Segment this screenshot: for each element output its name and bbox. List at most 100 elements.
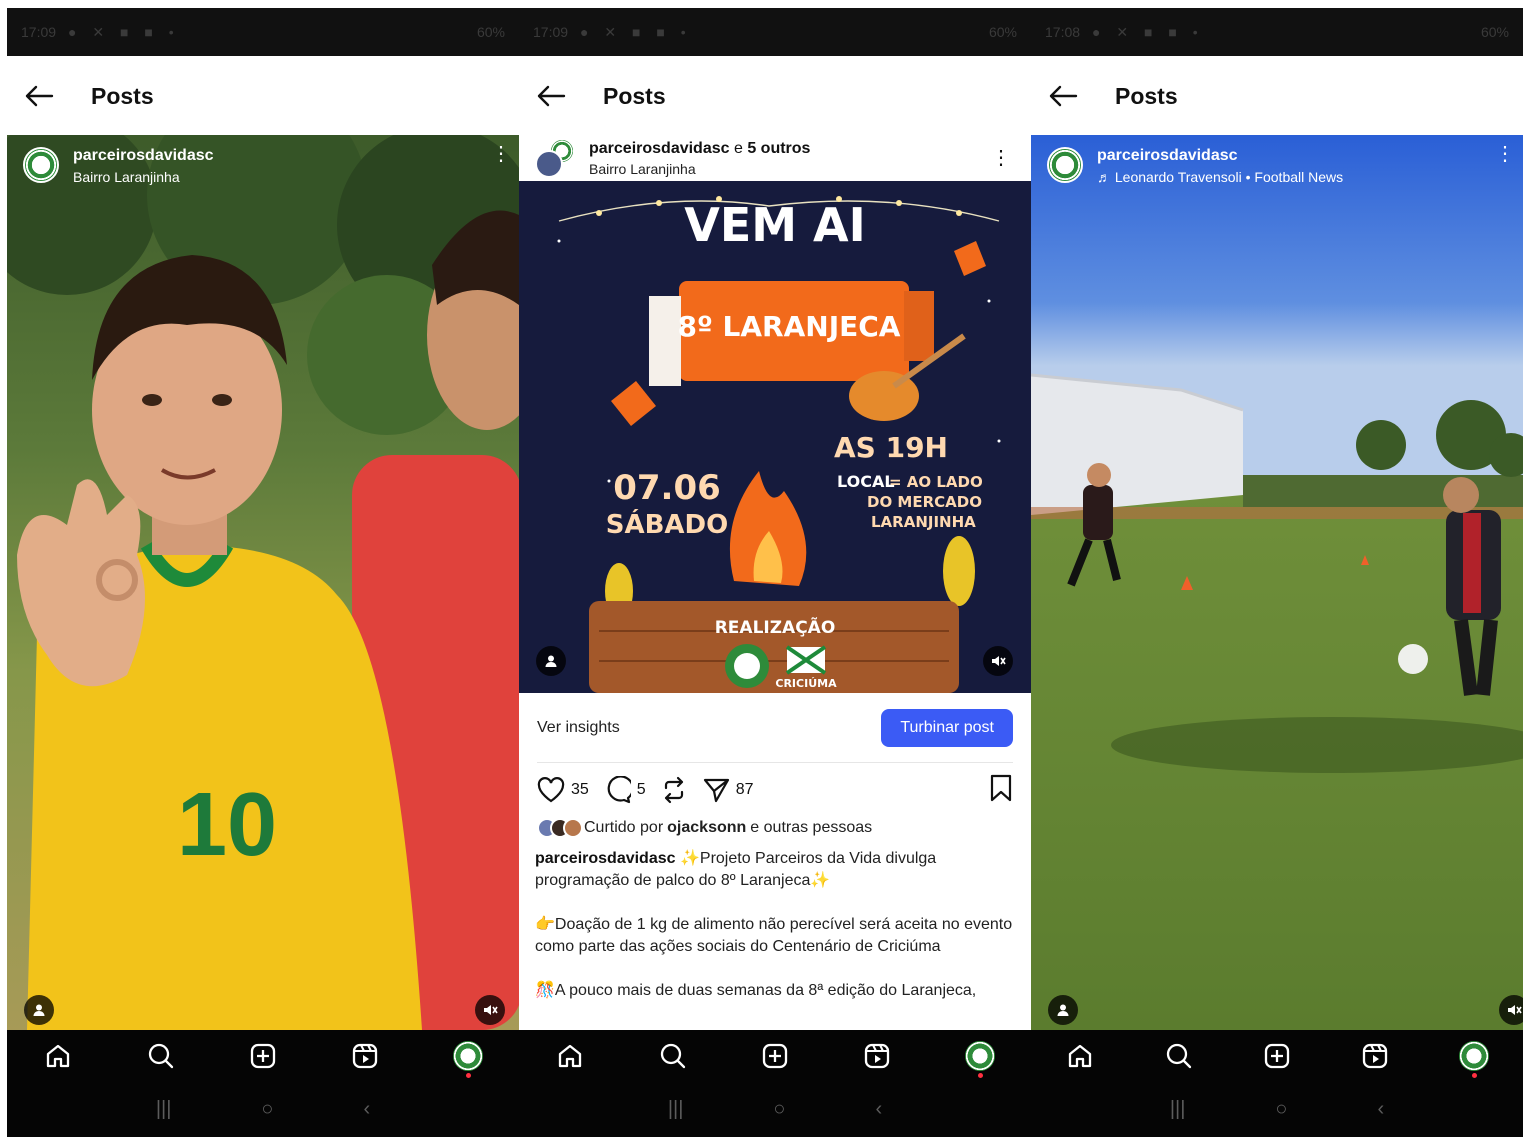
- user-tag-icon[interactable]: [24, 995, 54, 1025]
- liked-prefix: Curtido por: [584, 819, 664, 836]
- status-time: 17:09: [21, 24, 57, 40]
- user-tag-icon[interactable]: [536, 646, 566, 676]
- mute-icon[interactable]: [983, 646, 1013, 676]
- reels-icon: [865, 1043, 890, 1069]
- avatar[interactable]: [1047, 147, 1083, 183]
- nav-create[interactable]: [1257, 1036, 1297, 1076]
- mute-icon[interactable]: [475, 995, 505, 1025]
- collab-others[interactable]: 5 outros: [747, 140, 810, 157]
- music-note-icon: ♬: [1097, 169, 1115, 185]
- post-header: parceirosdavidasc Bairro Laranjinha ⋮: [23, 144, 511, 185]
- bottom-nav: [7, 1030, 519, 1082]
- poster-event: 8º LARANJECA: [678, 310, 901, 343]
- nav-reels[interactable]: [857, 1036, 897, 1076]
- home-icon: [1069, 1044, 1092, 1068]
- post-header: parceirosdavidasc ♬ Leonardo Travensoli …: [1047, 144, 1515, 185]
- status-time: 17:09: [533, 24, 569, 40]
- back-button[interactable]: [1031, 56, 1095, 136]
- save-button[interactable]: [989, 774, 1013, 807]
- audio-label[interactable]: ♬ Leonardo Travensoli • Football News: [1097, 169, 1343, 185]
- liker-avatars: [537, 818, 583, 838]
- back-button[interactable]: [519, 56, 583, 136]
- search-icon: [660, 1043, 685, 1069]
- home-circle-icon[interactable]: ○: [773, 1098, 785, 1121]
- create-icon: [250, 1043, 276, 1069]
- username[interactable]: parceirosdavidasc: [589, 140, 730, 157]
- nav-profile[interactable]: [1454, 1036, 1494, 1078]
- nav-create[interactable]: [243, 1036, 283, 1076]
- poster-time: AS 19H: [834, 431, 948, 464]
- location-label[interactable]: Bairro Laranjinha: [73, 169, 214, 185]
- back-button[interactable]: [7, 56, 71, 136]
- reel-media[interactable]: 10 parceirosdavidasc Bairro Laranjinha ⋮: [7, 135, 519, 1030]
- caption-line-2: 👉Doação de 1 kg de alimento não perecíve…: [535, 916, 1013, 955]
- nav-profile[interactable]: [448, 1036, 488, 1078]
- page-title: Posts: [91, 82, 154, 109]
- share-icon: [703, 778, 729, 803]
- post-header: parceirosdavidasc e 5 outros Bairro Lara…: [519, 135, 1031, 181]
- poster-local-3: LARANJINHA: [871, 513, 976, 531]
- boost-post-button[interactable]: Turbinar post: [881, 708, 1013, 747]
- page-title: Posts: [1115, 82, 1178, 109]
- home-circle-icon[interactable]: ○: [1275, 1098, 1287, 1121]
- view-insights-link[interactable]: Ver insights: [537, 719, 620, 737]
- post-author: parceirosdavidasc Bairro Laranjinha: [73, 147, 214, 185]
- phone-panel-1: 17:09 ● ✕ ■ ■ • 60% Posts 10 parceirosda…: [7, 8, 519, 1137]
- nav-reels[interactable]: [1355, 1036, 1395, 1076]
- event-poster: VEM AI 8º LARANJECA AS 19H 07.06 SÁBADO …: [519, 181, 1031, 693]
- collab-avatars[interactable]: [535, 138, 575, 178]
- caption-username[interactable]: parceirosdavidasc: [535, 850, 676, 867]
- location-label[interactable]: Bairro Laranjinha: [589, 161, 810, 177]
- back-arrow-icon: [25, 85, 54, 107]
- user-tag-icon[interactable]: [1048, 995, 1078, 1025]
- home-icon: [47, 1044, 70, 1068]
- system-back-icon[interactable]: ‹: [876, 1098, 883, 1121]
- status-bar: 17:09 ● ✕ ■ ■ • 60%: [519, 8, 1031, 56]
- nav-search[interactable]: [653, 1036, 693, 1076]
- recents-icon[interactable]: |||: [668, 1098, 684, 1121]
- nav-profile[interactable]: [960, 1036, 1000, 1078]
- nav-home[interactable]: [550, 1036, 590, 1076]
- search-icon: [148, 1043, 173, 1069]
- home-circle-icon[interactable]: ○: [261, 1098, 273, 1121]
- system-back-icon[interactable]: ‹: [364, 1098, 371, 1121]
- recents-icon[interactable]: |||: [1170, 1098, 1186, 1121]
- nav-home[interactable]: [1060, 1036, 1100, 1076]
- status-battery: 60%: [1480, 24, 1509, 40]
- system-back-icon[interactable]: ‹: [1378, 1098, 1385, 1121]
- nav-reels[interactable]: [345, 1036, 385, 1076]
- avatar: [1458, 1041, 1489, 1071]
- post-image[interactable]: VEM AI 8º LARANJECA AS 19H 07.06 SÁBADO …: [519, 181, 1031, 693]
- kebab-icon[interactable]: ⋮: [991, 148, 1011, 168]
- posts-header: Posts: [7, 56, 519, 136]
- avatar: [964, 1041, 995, 1071]
- username[interactable]: parceirosdavidasc: [1097, 147, 1343, 165]
- like-button[interactable]: 35: [537, 777, 589, 803]
- notification-dot: [977, 1073, 983, 1078]
- status-icons: ● ✕ ■ ■ •: [1092, 23, 1204, 40]
- like-count: 35: [571, 781, 589, 798]
- liked-by[interactable]: Curtido por ojacksonn e outras pessoas: [537, 818, 1013, 838]
- post-caption: parceirosdavidasc ✨Projeto Parceiros da …: [535, 848, 1013, 1024]
- kebab-icon[interactable]: ⋮: [1495, 144, 1515, 164]
- comment-button[interactable]: 5: [603, 776, 646, 804]
- avatar[interactable]: [23, 147, 59, 183]
- nav-create[interactable]: [755, 1036, 795, 1076]
- reel-video-frame: [1031, 135, 1523, 1030]
- collab-line[interactable]: parceirosdavidasc e 5 outros: [589, 140, 810, 158]
- nav-search[interactable]: [141, 1036, 181, 1076]
- username[interactable]: parceirosdavidasc: [73, 147, 214, 165]
- phone-panel-2: 17:09 ● ✕ ■ ■ • 60% Posts parceirosdavid…: [519, 8, 1031, 1137]
- kebab-icon[interactable]: ⋮: [491, 144, 511, 164]
- reels-icon: [1363, 1043, 1388, 1069]
- repost-button[interactable]: [660, 776, 688, 804]
- nav-search[interactable]: [1159, 1036, 1199, 1076]
- mute-icon[interactable]: [1499, 995, 1523, 1025]
- reel-media[interactable]: parceirosdavidasc ♬ Leonardo Travensoli …: [1031, 135, 1523, 1030]
- status-bar: 17:08 ● ✕ ■ ■ • 60%: [1031, 8, 1523, 56]
- recents-icon[interactable]: |||: [156, 1098, 172, 1121]
- share-button[interactable]: 87: [702, 776, 754, 804]
- liked-user[interactable]: ojacksonn: [667, 819, 746, 837]
- bookmark-icon: [990, 774, 1012, 801]
- nav-home[interactable]: [38, 1036, 78, 1076]
